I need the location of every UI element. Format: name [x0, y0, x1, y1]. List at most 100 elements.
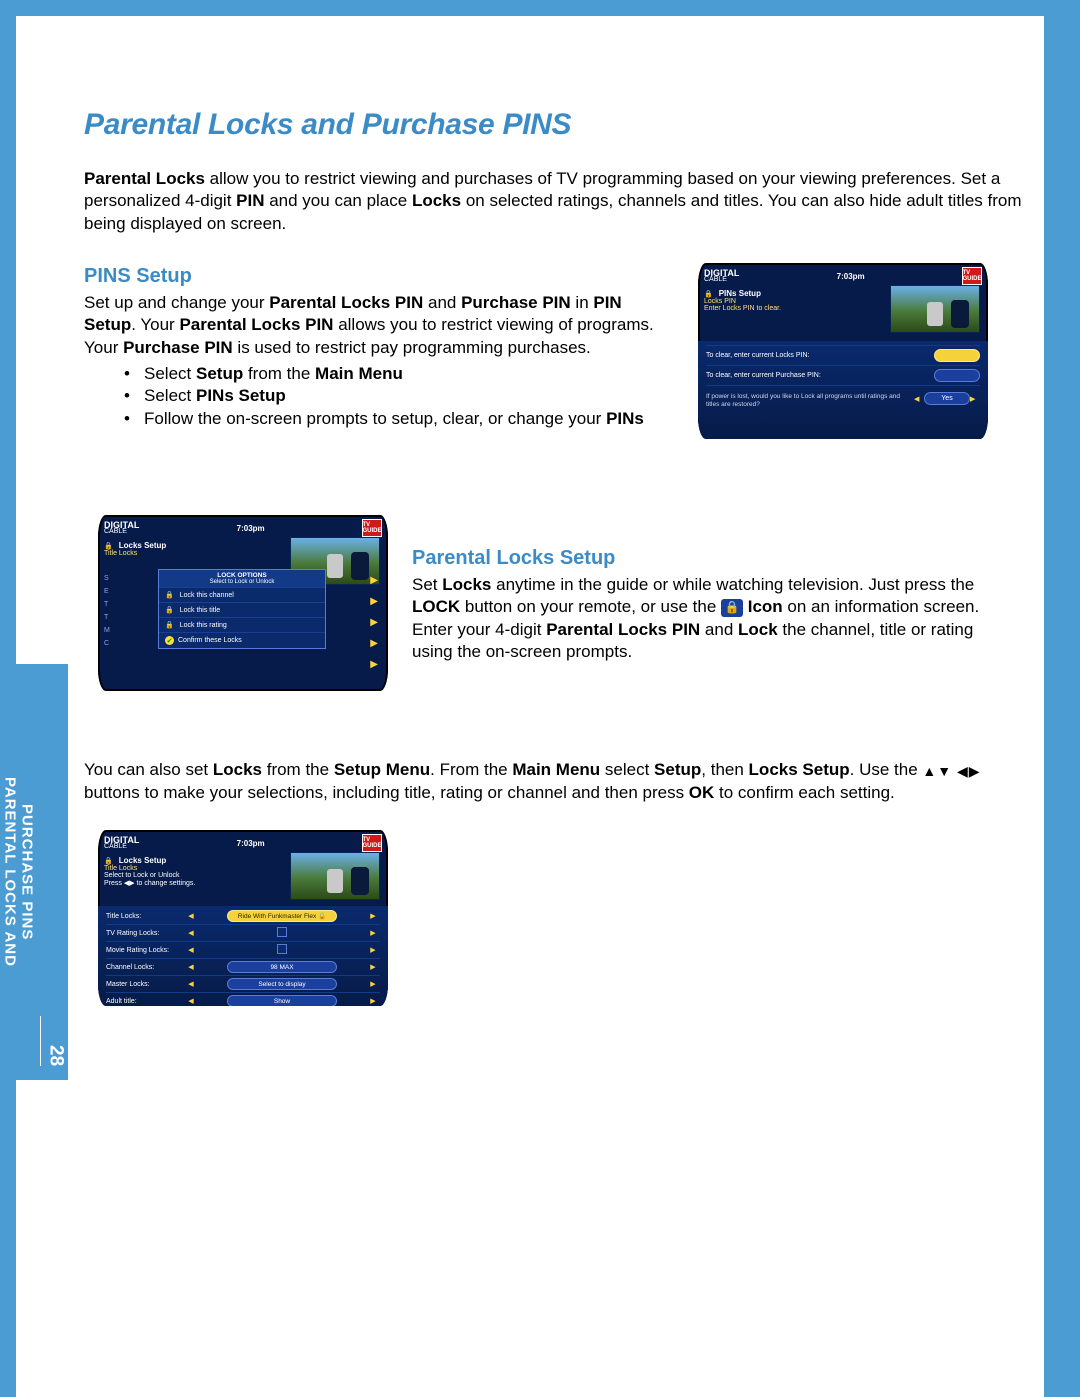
- row-value: 98 MAX: [198, 961, 366, 973]
- t: anytime in the guide or while watching t…: [491, 575, 974, 594]
- lock-icon: [704, 289, 715, 298]
- t: Select: [144, 364, 196, 383]
- t: and: [423, 293, 461, 312]
- pins-setup-row: PINS Setup Set up and change your Parent…: [84, 263, 1034, 439]
- t: LOCK: [412, 597, 460, 616]
- t: Lock this title: [180, 607, 220, 614]
- tvguide-logo: TV GUIDE: [362, 519, 382, 537]
- t: in: [571, 293, 594, 312]
- right-arrow-icon: ▶: [366, 929, 380, 937]
- locks-setup-row: DIGITALCABLE 7:03pm TV GUIDE Locks Setup…: [84, 515, 1034, 691]
- t: Locks: [442, 575, 491, 594]
- t: Locks: [213, 760, 262, 779]
- value-pill: Ride With Funkmaster Flex 🔒: [227, 910, 337, 922]
- clock: 7:03pm: [837, 272, 865, 281]
- row-value: [198, 944, 366, 956]
- t: Setup Menu: [334, 760, 430, 779]
- t: Main Menu: [512, 760, 600, 779]
- margin-tab: PARENTAL LOCKS AND PURCHASE PINS 28: [0, 664, 68, 1080]
- row-value: [198, 927, 366, 939]
- pins-setup-paragraph: Set up and change your Parental Locks PI…: [84, 292, 674, 359]
- t: , then: [701, 760, 748, 779]
- locks-table-row: Channel Locks:◀ 98 MAX ▶: [106, 958, 380, 975]
- page-content: Parental Locks and Purchase PINS Parenta…: [84, 108, 1034, 1006]
- locks-setup-heading: Parental Locks Setup: [412, 545, 1012, 571]
- t: Lock: [738, 620, 778, 639]
- row-label: Master Locks:: [106, 981, 184, 988]
- value-pill: 98 MAX: [227, 961, 337, 973]
- margin-section-2: PURCHASE PINS: [19, 804, 36, 940]
- t: from the: [243, 364, 315, 383]
- clock: 7:03pm: [237, 524, 265, 533]
- value-pill: Show: [227, 995, 337, 1006]
- lock-icon: [165, 606, 176, 614]
- preview-photo: [290, 852, 380, 900]
- t: . From the: [430, 760, 512, 779]
- bullet-3: Follow the on-screen prompts to setup, c…: [124, 408, 674, 430]
- row-label: Title Locks:: [106, 913, 184, 920]
- checkbox-icon: [277, 927, 287, 937]
- left-arrow-icon: ◀: [914, 395, 924, 403]
- t: You can also set: [84, 760, 213, 779]
- screenshot-pins-setup: DIGITALCABLE 7:03pm TV GUIDE PINs Setup …: [698, 263, 988, 439]
- tvguide-logo: TV GUIDE: [962, 267, 982, 285]
- locks-table-row: Master Locks:◀Select to display▶: [106, 975, 380, 992]
- margin-section-1: PARENTAL LOCKS AND: [2, 777, 19, 967]
- left-arrow-icon: ◀: [184, 946, 198, 954]
- dpad-arrows-icon: ▲▼ ◀▶: [922, 762, 980, 780]
- t: Purchase PIN: [123, 338, 233, 357]
- t: from the: [262, 760, 334, 779]
- bullet-1: Select Setup from the Main Menu: [124, 363, 674, 385]
- brand-logo: DIGITALCABLE: [704, 269, 739, 283]
- t: PIN: [236, 191, 264, 210]
- clock: 7:03pm: [237, 839, 265, 848]
- locks-setup-paragraph: Set Locks anytime in the guide or while …: [412, 574, 1012, 664]
- t: Setup: [196, 364, 243, 383]
- screenshot-locks-table: DIGITALCABLE 7:03pm TV GUIDE Locks Setup…: [98, 830, 388, 1006]
- t: To clear, enter current Locks PIN:: [706, 352, 810, 359]
- locks-table-row: Movie Rating Locks:◀▶: [106, 941, 380, 958]
- left-arrow-icon: ◀: [184, 912, 198, 920]
- t: LOCK OPTIONS: [217, 572, 266, 579]
- locks-pin-field: [934, 349, 980, 362]
- right-arrow-icon: ▶: [366, 946, 380, 954]
- lock-options-box: LOCK OPTIONSSelect to Lock or Unlock Loc…: [158, 569, 326, 649]
- t: select: [600, 760, 654, 779]
- lock-icon: [165, 591, 176, 599]
- left-arrow-icon: ◀: [184, 929, 198, 937]
- t: to confirm each setting.: [714, 783, 894, 802]
- right-arrow-icon: ▶: [366, 963, 380, 971]
- t: and you can place: [265, 191, 412, 210]
- row-label: Adult title:: [106, 998, 184, 1005]
- left-arrow-icon: ◀: [184, 980, 198, 988]
- pins-setup-bullets: Select Setup from the Main Menu Select P…: [84, 363, 674, 430]
- row-value: Ride With Funkmaster Flex 🔒: [198, 910, 366, 922]
- t: Lock this rating: [180, 622, 227, 629]
- left-arrow-icon: ◀: [184, 963, 198, 971]
- locks-table-row: Title Locks:◀ Ride With Funkmaster Flex 🔒…: [106, 908, 380, 924]
- left-arrow-icon: ◀: [184, 997, 198, 1005]
- t: Locks Setup: [749, 760, 850, 779]
- page-number: 28: [45, 1045, 67, 1066]
- t: If power is lost, would you like to Lock…: [706, 389, 914, 408]
- margin-divider: [40, 1016, 41, 1066]
- t: Confirm these Locks: [178, 637, 242, 644]
- purchase-pin-field: [934, 369, 980, 382]
- t: Select: [144, 386, 196, 405]
- setup-menu-paragraph: You can also set Locks from the Setup Me…: [84, 759, 1034, 804]
- tvguide-logo: TV GUIDE: [362, 834, 382, 852]
- lock-icon: [104, 856, 115, 865]
- t: Parental Locks PIN: [546, 620, 700, 639]
- intro-paragraph: Parental Locks allow you to restrict vie…: [84, 168, 1034, 235]
- right-arrow-icon: ▶: [366, 980, 380, 988]
- yes-pill: Yes: [924, 392, 970, 405]
- right-arrow-icon: ▶: [970, 395, 980, 403]
- row-label: Channel Locks:: [106, 964, 184, 971]
- lock-icon: [104, 541, 115, 550]
- screenshot-lock-options: DIGITALCABLE 7:03pm TV GUIDE Locks Setup…: [98, 515, 388, 691]
- t: To clear, enter current Purchase PIN:: [706, 372, 821, 379]
- brand-logo: DIGITALCABLE: [104, 521, 139, 535]
- t: . Use the: [850, 760, 923, 779]
- t: button on your remote, or use the: [460, 597, 721, 616]
- t: Icon: [743, 597, 783, 616]
